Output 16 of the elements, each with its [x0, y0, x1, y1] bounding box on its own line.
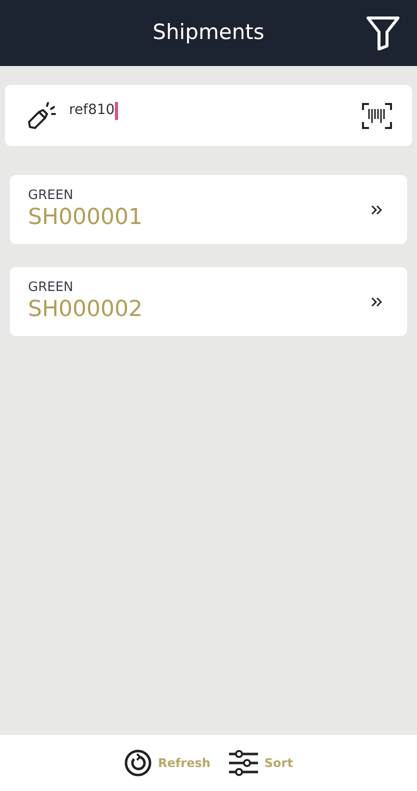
double-chevron-icon [371, 204, 383, 216]
filter-icon [365, 15, 401, 51]
double-chevron-icon [371, 296, 383, 308]
sliders-icon [228, 750, 258, 776]
shipment-card[interactable]: GREEN SH000002 [10, 267, 407, 336]
search-text: ref810 [69, 101, 115, 120]
search-field[interactable]: ref810 [5, 85, 412, 146]
status-label: GREEN [28, 188, 74, 204]
shipment-number: SH000001 [28, 204, 144, 232]
barcode-scan-icon[interactable] [362, 102, 392, 128]
shipment-card[interactable]: GREEN SH000001 [10, 175, 407, 244]
screen-title: Shipments [152, 19, 264, 46]
refresh-icon [124, 749, 152, 777]
flashlight-icon [25, 100, 57, 132]
shipment-number: SH000002 [28, 296, 144, 324]
status-label: GREEN [28, 280, 74, 296]
